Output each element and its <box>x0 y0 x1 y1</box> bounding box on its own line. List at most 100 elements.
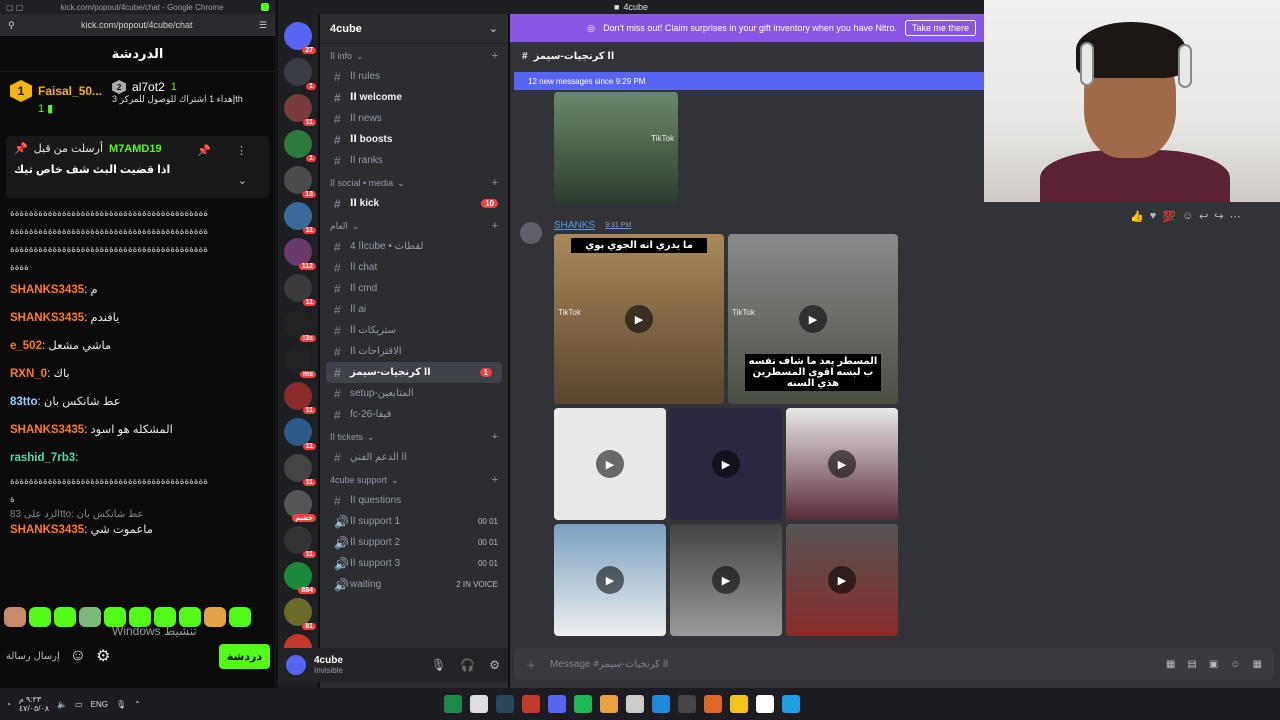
tune-icon[interactable]: ☰ <box>259 20 267 31</box>
emoji-icon[interactable]: ☺ <box>1230 659 1240 670</box>
thumbs-up-icon[interactable]: 👍 <box>1130 210 1144 223</box>
window-controls[interactable]: ▢ ▢ <box>6 3 23 12</box>
video-attachment[interactable]: ▶ <box>786 408 898 520</box>
server-icon[interactable]: 11 <box>284 202 316 234</box>
play-icon[interactable]: ▶ <box>828 566 856 594</box>
start-menu-icon[interactable] <box>782 695 800 713</box>
steam-app-icon[interactable] <box>496 695 514 713</box>
window-app-icon[interactable] <box>756 695 774 713</box>
emote-icon[interactable] <box>129 607 151 627</box>
notifications-icon[interactable]: ◔ <box>6 700 11 709</box>
headphones-icon[interactable]: 🎧 <box>460 658 475 672</box>
chat-username[interactable]: SHANKS3435 <box>10 424 84 436</box>
reply-icon[interactable]: ↩ <box>1199 210 1208 223</box>
server-icon[interactable]: 11 <box>284 274 316 306</box>
edge-app-icon[interactable] <box>652 695 670 713</box>
channel-item[interactable]: # اا welcome <box>320 87 508 108</box>
mic-icon[interactable]: 🎙 <box>116 700 126 709</box>
chevron-down-icon[interactable]: ⌄ <box>238 174 247 187</box>
add-channel-icon[interactable]: + <box>492 220 498 232</box>
mic-icon[interactable]: 🎙 <box>431 658 446 672</box>
add-channel-icon[interactable]: + <box>492 431 498 443</box>
server-icon[interactable]: 27 <box>284 22 316 54</box>
server-icon[interactable]: 112 <box>284 238 316 270</box>
emote-icon[interactable] <box>4 607 26 627</box>
guild-header[interactable]: 4cube ⌄ <box>320 14 508 44</box>
chat-username[interactable]: SHANKS3435 <box>10 312 84 324</box>
hundred-icon[interactable]: 💯 <box>1162 210 1176 223</box>
channel-item[interactable]: 🔊 اا support 1 00 01 <box>320 511 508 532</box>
video-attachment[interactable]: ▶ <box>554 408 666 520</box>
address-bar[interactable]: ⚲ kick.com/popout/4cube/chat ☰ <box>0 14 275 36</box>
server-icon[interactable]: 13 <box>284 166 316 198</box>
obs-app-icon[interactable] <box>470 695 488 713</box>
chat-username[interactable]: 83tto <box>10 396 37 408</box>
emote-icon[interactable] <box>79 607 101 627</box>
spotify-app-icon[interactable] <box>574 695 592 713</box>
video-attachment[interactable]: ▶ <box>670 408 782 520</box>
emote-icon[interactable] <box>154 607 176 627</box>
server-icon[interactable]: ms <box>284 346 316 378</box>
message-author[interactable]: SHANKS 9:31 PM <box>554 220 631 231</box>
server-icon[interactable]: 11 <box>284 94 316 126</box>
chat-input[interactable]: إرسال رسالة <box>6 651 60 662</box>
server-icon[interactable]: 1 <box>284 130 316 162</box>
calculator-app-icon[interactable] <box>678 695 696 713</box>
channel-item[interactable]: # اا rules <box>320 66 508 87</box>
play-icon[interactable]: ▶ <box>828 450 856 478</box>
channel-item[interactable]: # اا questions <box>320 490 508 511</box>
server-icon[interactable]: 11 <box>284 526 316 558</box>
address-url[interactable]: kick.com/popout/4cube/chat <box>23 20 251 30</box>
server-icon[interactable]: 11 <box>284 382 316 414</box>
server-icon[interactable]: 11 <box>284 418 316 450</box>
apps-icon[interactable]: ▦ <box>1253 659 1262 670</box>
chat-username[interactable]: rashid_7rb3 <box>10 452 75 464</box>
channel-item[interactable]: # اا ranks <box>320 150 508 171</box>
channel-item[interactable]: # اا news <box>320 108 508 129</box>
chrome-app-icon[interactable] <box>600 695 618 713</box>
sticker-icon[interactable]: ▣ <box>1209 659 1218 670</box>
avatar[interactable] <box>286 655 306 675</box>
video-attachment[interactable]: ▶ <box>554 524 666 636</box>
chat-username[interactable]: SHANKS3435 <box>10 524 84 536</box>
server-icon[interactable]: خشم <box>284 490 316 522</box>
clock-date[interactable]: ٤٧/٠٥/٠٨ <box>19 704 49 713</box>
video-attachment[interactable]: TikTok <box>554 92 678 204</box>
video-attachment[interactable]: ▶ <box>786 524 898 636</box>
add-reaction-icon[interactable]: ☺ <box>1182 210 1193 223</box>
channel-item[interactable]: # اا ai <box>320 299 508 320</box>
settings-icon[interactable]: ⚙ <box>96 646 110 666</box>
server-icon[interactable]: 81 <box>284 598 316 630</box>
channel-item[interactable]: # اا boosts <box>320 129 508 150</box>
channel-item[interactable]: # ستريكات اا <box>320 320 508 341</box>
forward-icon[interactable]: ↪ <box>1214 210 1223 223</box>
emote-icon[interactable] <box>179 607 201 627</box>
unpin-icon[interactable]: 📌 <box>197 144 211 157</box>
channel-item[interactable]: 🔊 اا support 3 00 01 <box>320 553 508 574</box>
gift-icon[interactable]: ▦ <box>1166 659 1175 670</box>
avatar[interactable] <box>520 222 542 244</box>
nitro-cta-button[interactable]: Take me there <box>904 20 976 36</box>
server-icon[interactable]: 884 <box>284 562 316 594</box>
channel-item[interactable]: # اا 4cube • لقطات <box>320 236 508 257</box>
channel-item[interactable]: 🔊 اا support 2 00 01 <box>320 532 508 553</box>
play-icon[interactable]: ▶ <box>799 305 827 333</box>
more-icon[interactable]: ⋮ <box>236 144 247 157</box>
channel-item[interactable]: # اا kick 10 <box>320 193 508 214</box>
add-channel-icon[interactable]: + <box>492 50 498 62</box>
language-indicator[interactable]: ENG <box>91 700 108 709</box>
play-icon[interactable]: ▶ <box>596 450 624 478</box>
network-icon[interactable]: ▭ <box>75 700 83 709</box>
server-icon[interactable]: 11 <box>284 454 316 486</box>
play-icon[interactable]: ▶ <box>712 450 740 478</box>
play-icon[interactable]: ▶ <box>625 305 653 333</box>
pinned-message[interactable]: 📌 أرسلت من قبل M7AMD19 اذا قضيت البث شف … <box>6 136 269 198</box>
leader-entry-1[interactable]: 1 Faisal_50... 1 ▮ <box>10 80 102 120</box>
message-input[interactable]: Message #اا كرنجيات-سيمز <box>550 659 668 670</box>
file-explorer-icon[interactable] <box>730 695 748 713</box>
add-channel-icon[interactable]: + <box>492 177 498 189</box>
emoji-icon[interactable]: ☺ <box>70 647 86 665</box>
emote-icon[interactable] <box>229 607 251 627</box>
send-button[interactable]: دردشة <box>218 643 270 669</box>
volume-icon[interactable]: 🔈 <box>57 700 67 709</box>
